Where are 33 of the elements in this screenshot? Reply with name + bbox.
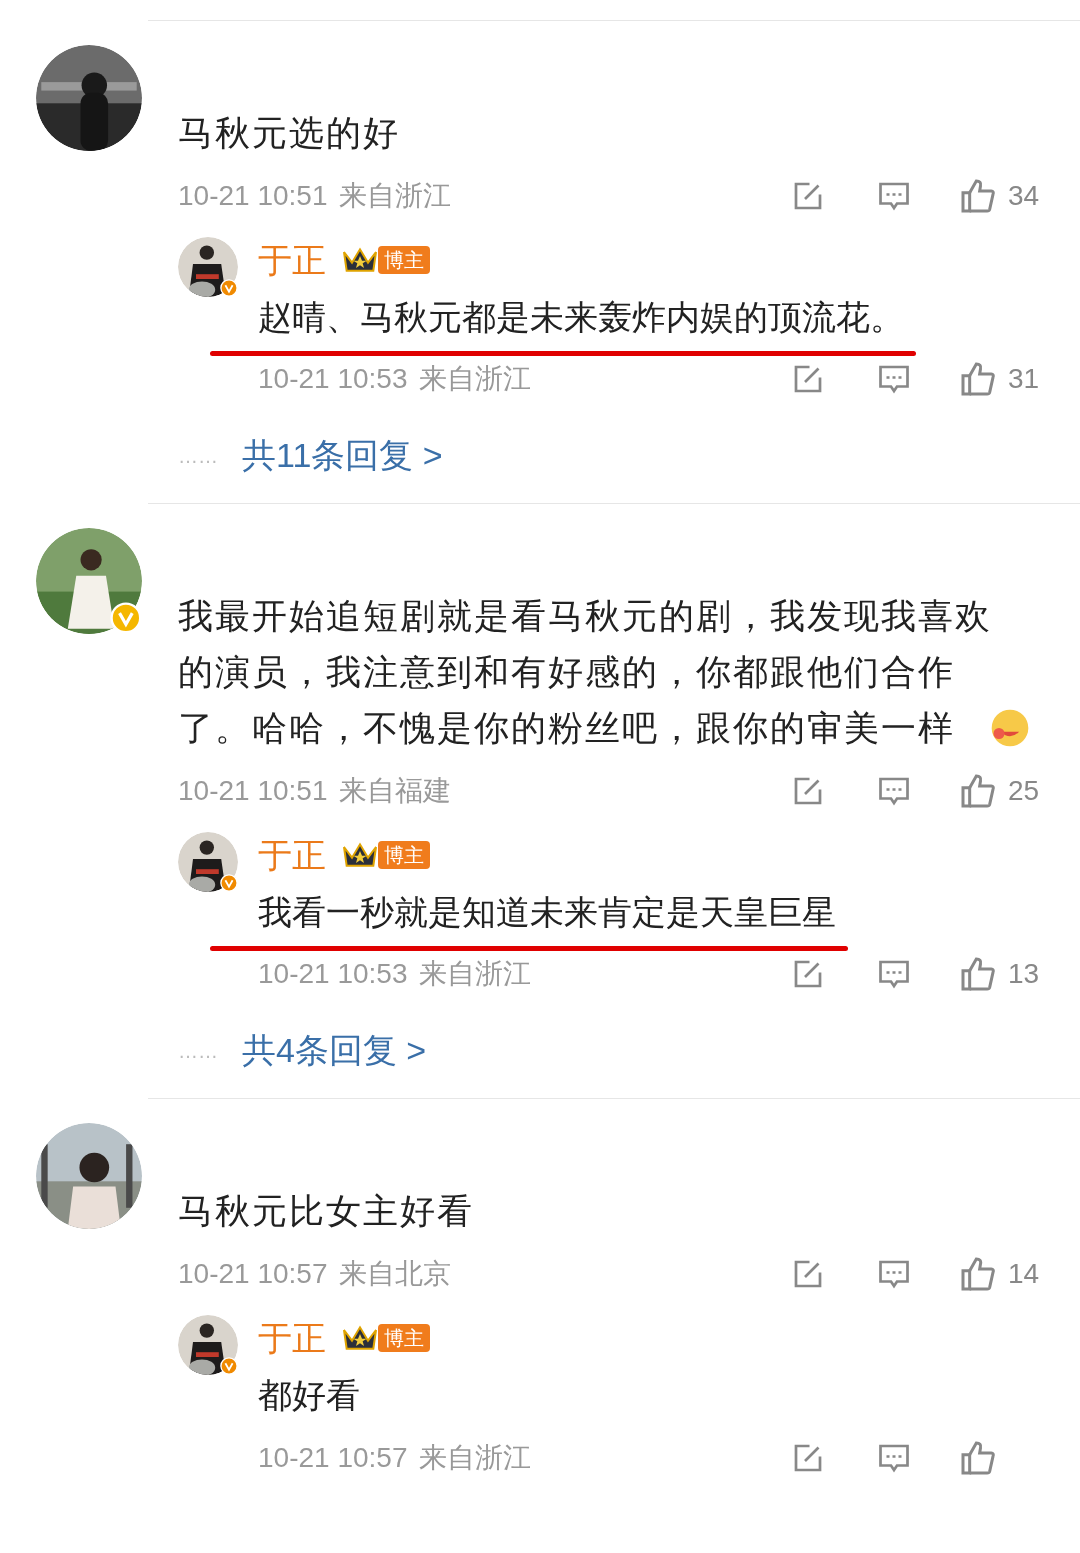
author-name[interactable]: 于正 (258, 234, 326, 286)
comment-text: 马秋元选的好 (178, 112, 401, 154)
comment-location: 来自浙江 (419, 1441, 532, 1475)
author-name[interactable]: 于正 (258, 1312, 326, 1364)
ellipsis: …… (178, 443, 218, 469)
author-name[interactable]: 于正 (258, 829, 326, 881)
like-count: 34 (1008, 179, 1041, 213)
blogger-badge: 博主 (378, 246, 430, 274)
comment-text: 马秋元比女主好看 (178, 1190, 475, 1232)
reply-text: 赵晴、马秋元都是未来轰炸内娱的顶流花。 (258, 297, 904, 338)
blogger-badge: 博主 (378, 841, 430, 869)
reply-text: 我看一秒就是知道未来肯定是天皇巨星 (258, 892, 836, 933)
like-count: 31 (1008, 362, 1041, 396)
comment-time: 10-21 10:51 (178, 774, 328, 808)
like-count: 25 (1008, 774, 1041, 808)
ellipsis: …… (178, 1038, 218, 1064)
comment-time: 10-21 10:53 (258, 362, 408, 396)
blogger-badge: 博主 (378, 1324, 430, 1352)
comment-location: 来自北京 (339, 1257, 452, 1291)
comment-location: 来自浙江 (419, 957, 532, 991)
comment-location: 来自福建 (339, 774, 452, 808)
comment-time: 10-21 10:57 (258, 1441, 408, 1475)
comment-time: 10-21 10:53 (258, 957, 408, 991)
comment-location: 来自浙江 (419, 362, 532, 396)
comment-time: 10-21 10:57 (178, 1257, 328, 1291)
comment-time: 10-21 10:51 (178, 179, 328, 213)
more-replies-link[interactable]: 共4条回复 > (242, 1025, 427, 1076)
like-count: 14 (1008, 1257, 1041, 1291)
more-replies-link[interactable]: 共11条回复 > (242, 430, 443, 481)
comment-location: 来自浙江 (339, 179, 452, 213)
like-count: 13 (1008, 957, 1041, 991)
comment-text: 我最开始追短剧就是看马秋元的剧，我发现我喜欢的演员，我注意到和有好感的，你都跟他们合作了。哈哈，不愧是你的粉丝吧，跟你的审美一样 (178, 595, 993, 749)
reply-text: 都好看 (258, 1375, 360, 1416)
